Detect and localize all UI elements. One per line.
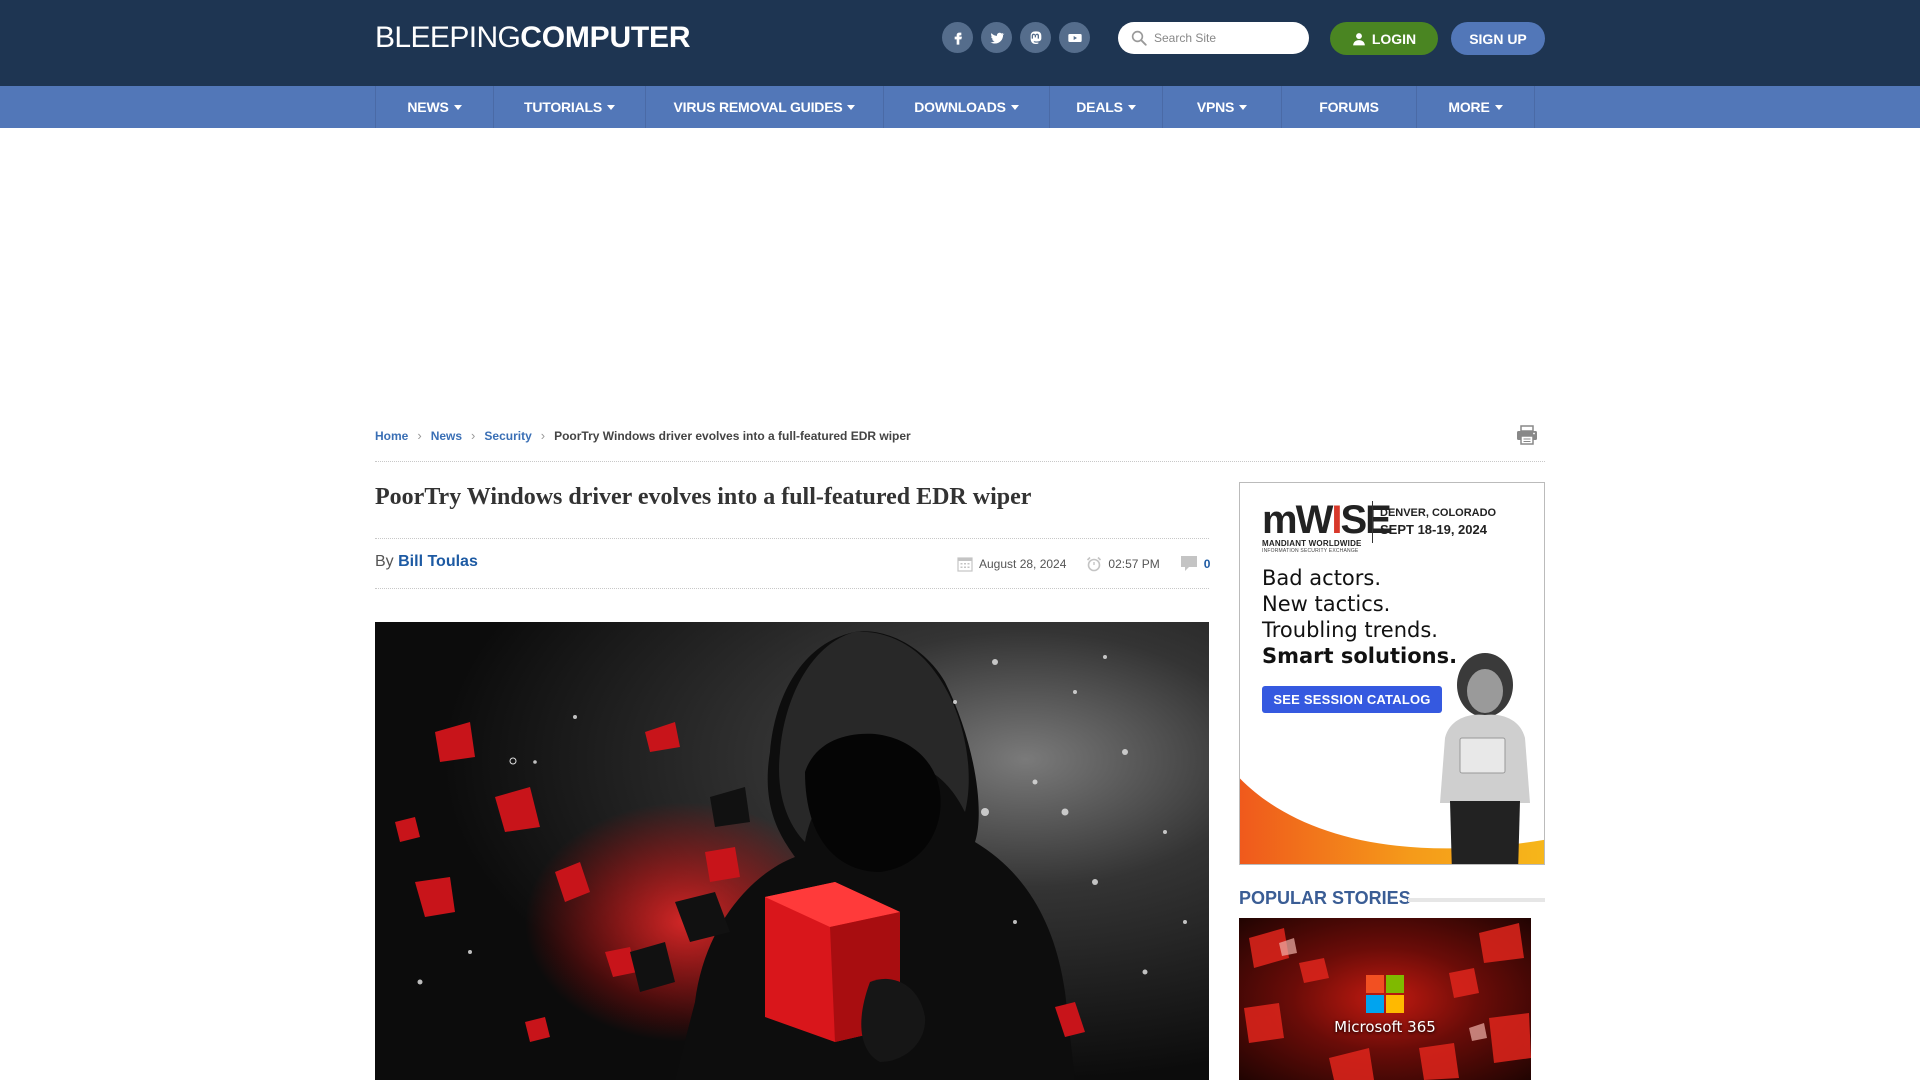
caret-down-icon (453, 104, 462, 110)
chevron-right-icon: › (471, 428, 476, 443)
sidebar-ad[interactable]: mWISE MANDIANT WORLDWIDE INFORMATION SEC… (1239, 482, 1545, 865)
twitter-icon (990, 32, 1004, 44)
comment-icon[interactable] (1180, 555, 1198, 572)
ad-copy: Bad actors. New tactics. Troubling trend… (1262, 565, 1457, 669)
ad-person-photo (1440, 653, 1530, 864)
popular-story-image-text: Microsoft 365 (1334, 1018, 1436, 1036)
print-icon[interactable] (1516, 425, 1538, 445)
ad-event-info: DENVER, COLORADO SEPT 18-19, 2024 (1380, 507, 1496, 537)
ad-dates: SEPT 18-19, 2024 (1380, 522, 1487, 537)
logo-bold-text: COMPUTER (520, 21, 691, 54)
breadcrumb-divider (375, 461, 1545, 462)
logo-light-text: BLEEPING (375, 21, 521, 54)
ad-brand-logo: mWISE MANDIANT WORLDWIDE INFORMATION SEC… (1262, 498, 1392, 554)
search-input[interactable] (1154, 31, 1304, 45)
user-icon (1352, 32, 1365, 45)
nav-item-label: VIRUS REMOVAL GUIDES (673, 99, 843, 115)
article-date: August 28, 2024 (979, 556, 1067, 571)
ad-brand-line2: INFORMATION SECURITY EXCHANGE (1262, 548, 1359, 554)
nav-item-label: TUTORIALS (523, 99, 603, 115)
nav-item-label: MORE (1448, 99, 1490, 115)
caret-down-icon (1127, 104, 1136, 110)
main-nav: NEWS TUTORIALS VIRUS REMOVAL GUIDES DOWNLOA… (0, 86, 1920, 128)
nav-item-news[interactable]: NEWS (376, 86, 494, 128)
ad-copy-strong: Smart solutions. (1262, 644, 1458, 668)
article-time: 02:57 PM (1108, 556, 1160, 571)
search-box[interactable] (1118, 22, 1309, 54)
social-links (942, 22, 1090, 53)
breadcrumb-news[interactable]: News (431, 429, 462, 443)
popular-stories-heading: POPULAR STORIES (1239, 888, 1411, 908)
twitter-link[interactable] (981, 22, 1012, 53)
nav-item-deals[interactable]: DEALS (1050, 86, 1163, 128)
breadcrumb-security[interactable]: Security (484, 429, 531, 443)
mastodon-link[interactable] (1020, 22, 1051, 53)
youtube-link[interactable] (1059, 22, 1090, 53)
article-hero-image (375, 622, 1209, 1080)
caret-down-icon (1239, 104, 1248, 110)
nav-item-forums[interactable]: FORUMS (1282, 86, 1417, 128)
breadcrumb-current: PoorTry Windows driver evolves into a fu… (554, 428, 911, 443)
nav-item-more[interactable]: MORE (1417, 86, 1535, 128)
search-icon (1131, 30, 1147, 46)
facebook-icon (954, 32, 962, 45)
caret-down-icon (847, 104, 856, 110)
ad-brand: mWISE (1262, 498, 1392, 542)
author-link[interactable]: Bill Toulas (398, 553, 478, 570)
site-logo[interactable]: BLEEPING COMPUTER (375, 21, 691, 55)
ad-divider (1372, 501, 1373, 543)
mastodon-icon (1030, 30, 1041, 44)
nav-item-label: NEWS (407, 99, 449, 115)
nav-item-virus-removal-guides[interactable]: VIRUS REMOVAL GUIDES (646, 86, 884, 128)
nav-item-label: DEALS (1076, 99, 1123, 115)
nav-item-downloads[interactable]: DOWNLOADS (884, 86, 1050, 128)
ad-copy-line: Troubling trends. (1262, 618, 1438, 642)
popular-story-image[interactable]: Microsoft 365 (1239, 918, 1531, 1080)
breadcrumb-home[interactable]: Home (375, 429, 408, 443)
nav-item-vpns[interactable]: VPNS (1163, 86, 1282, 128)
caret-down-icon (607, 104, 616, 110)
calendar-icon (957, 556, 973, 572)
nav-item-tutorials[interactable]: TUTORIALS (494, 86, 646, 128)
nav-item-label: FORUMS (1319, 99, 1379, 115)
login-label: LOGIN (1371, 30, 1417, 47)
by-label: By (375, 553, 394, 570)
signup-button[interactable]: SIGN UP (1451, 22, 1545, 55)
ad-location: DENVER, COLORADO (1380, 507, 1497, 519)
article-meta: August 28, 2024 02:57 PM 0 (957, 555, 1210, 572)
ad-cta-button[interactable]: SEE SESSION CATALOG (1262, 686, 1442, 713)
title-divider (375, 538, 1209, 539)
hero-illustration (375, 622, 1209, 1080)
facebook-link[interactable] (942, 22, 973, 53)
signup-label: SIGN UP (1469, 30, 1527, 47)
caret-down-icon (1494, 104, 1503, 110)
chevron-right-icon: › (417, 428, 422, 443)
clock-icon (1087, 556, 1102, 571)
article-title: PoorTry Windows driver evolves into a fu… (375, 484, 1032, 510)
nav-item-label: VPNS (1196, 99, 1235, 115)
login-button[interactable]: LOGIN (1330, 22, 1438, 55)
breadcrumb: Home › News › Security › PoorTry Windows… (375, 428, 911, 443)
ad-copy-line: New tactics. (1262, 592, 1391, 616)
caret-down-icon (1010, 104, 1019, 110)
ad-copy-line: Bad actors. (1262, 566, 1382, 590)
site-header: BLEEPINGCOMPUTER LOGIN SIGN UP (0, 0, 1920, 86)
youtube-icon (1067, 33, 1082, 42)
byline: By Bill Toulas (375, 553, 478, 571)
popular-stories-rule (1408, 898, 1545, 902)
chevron-right-icon: › (540, 428, 546, 443)
meta-divider (375, 588, 1209, 589)
nav-items: NEWS TUTORIALS VIRUS REMOVAL GUIDES DOWNLOA… (375, 86, 1535, 128)
microsoft-logo-icon (1366, 975, 1404, 1013)
nav-item-label: DOWNLOADS (914, 99, 1006, 115)
comment-count[interactable]: 0 (1204, 557, 1211, 571)
